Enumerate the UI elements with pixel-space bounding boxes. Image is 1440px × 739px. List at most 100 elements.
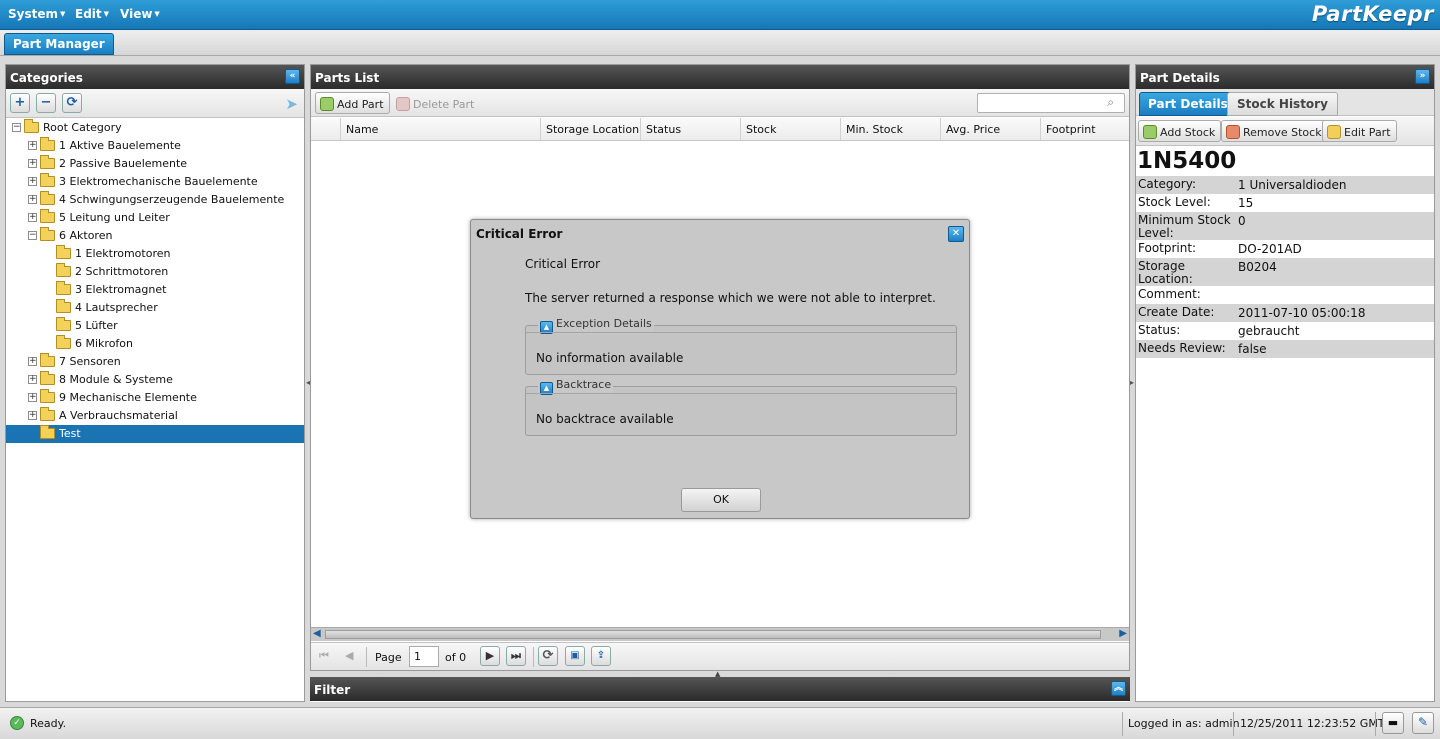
add-part-icon bbox=[320, 97, 334, 111]
page-number-input[interactable]: 1 bbox=[409, 646, 439, 667]
parts-search-input[interactable]: ⌕ bbox=[977, 93, 1125, 113]
menu-view[interactable]: View ▼ bbox=[120, 7, 160, 21]
collapse-minus-icon[interactable]: − bbox=[28, 231, 37, 240]
tab-stock-history[interactable]: Stock History bbox=[1227, 92, 1338, 116]
tree-node[interactable]: 2 Schrittmotoren bbox=[6, 263, 304, 281]
detail-value: 0 bbox=[1238, 214, 1246, 228]
next-page-button[interactable]: ▶ bbox=[480, 646, 500, 666]
terminal-icon[interactable]: ▬ bbox=[1382, 712, 1404, 734]
folder-icon bbox=[56, 299, 71, 313]
expand-plus-icon[interactable]: + bbox=[28, 177, 37, 186]
page-label: Page bbox=[375, 651, 402, 664]
tree-node[interactable]: 5 Lüfter bbox=[6, 317, 304, 335]
column-header-avg-price[interactable]: Avg. Price bbox=[941, 118, 1041, 140]
scroll-left-icon[interactable]: ◀ bbox=[313, 628, 321, 639]
detail-row: Status: gebraucht bbox=[1136, 322, 1434, 340]
tree-node[interactable]: 3 Elektromagnet bbox=[6, 281, 304, 299]
tree-node[interactable]: +2 Passive Bauelemente bbox=[6, 155, 304, 173]
tree-node[interactable]: + A Verbrauchsmaterial bbox=[6, 407, 304, 425]
tree-node-label: 6 Aktoren bbox=[59, 229, 113, 242]
add-category-button[interactable]: + bbox=[10, 93, 30, 113]
tree-node[interactable]: +4 Schwingungserzeugende Bauelemente bbox=[6, 191, 304, 209]
expand-plus-icon[interactable]: + bbox=[28, 141, 37, 150]
column-header-min-stock[interactable]: Min. Stock bbox=[841, 118, 941, 140]
export-icon[interactable]: ▣ bbox=[565, 646, 585, 666]
detail-key: Needs Review: bbox=[1138, 341, 1226, 355]
app-logo: PartKeepr bbox=[1311, 2, 1434, 26]
part-details-title: Part Details bbox=[1140, 71, 1220, 85]
scrollbar-thumb[interactable] bbox=[325, 630, 1101, 639]
splitter-right-handle[interactable]: ▸ bbox=[1130, 378, 1134, 387]
refresh-categories-button[interactable]: ⟳ bbox=[62, 93, 82, 113]
detail-key: Create Date: bbox=[1138, 305, 1215, 319]
part-details-header: Part Details » bbox=[1136, 65, 1434, 89]
edit-part-button[interactable]: Edit Part bbox=[1322, 120, 1397, 142]
column-header-footprint[interactable]: Footprint bbox=[1041, 118, 1129, 140]
menu-edit[interactable]: Edit ▼ bbox=[75, 7, 109, 21]
expand-plus-icon[interactable]: + bbox=[28, 195, 37, 204]
tree-node[interactable]: 1 Elektromotoren bbox=[6, 245, 304, 263]
tree-node[interactable]: Test bbox=[6, 425, 304, 443]
tab-part-manager[interactable]: Part Manager bbox=[4, 33, 114, 55]
delete-part-icon bbox=[396, 97, 410, 111]
tree-node-label: Root Category bbox=[43, 121, 122, 134]
detail-value: B0204 bbox=[1238, 260, 1277, 274]
refresh-parts-button[interactable]: ⟳ bbox=[538, 646, 558, 666]
feather-icon[interactable]: ✎ bbox=[1412, 712, 1434, 734]
column-header-status[interactable]: Status bbox=[641, 118, 741, 140]
expand-plus-icon[interactable]: + bbox=[28, 213, 37, 222]
delete-part-button[interactable]: Delete Part bbox=[391, 92, 480, 114]
tree-node[interactable]: − Root Category bbox=[6, 119, 304, 137]
scroll-right-icon[interactable]: ▶ bbox=[1119, 628, 1127, 639]
expand-plus-icon[interactable]: + bbox=[28, 411, 37, 420]
tree-node[interactable]: +8 Module & Systeme bbox=[6, 371, 304, 389]
tree-node[interactable]: 4 Lautsprecher bbox=[6, 299, 304, 317]
tree-node-label: 2 Passive Bauelemente bbox=[59, 157, 188, 170]
remove-category-button[interactable]: − bbox=[36, 93, 56, 113]
expand-filter-icon[interactable]: ︽ bbox=[1111, 681, 1126, 696]
folder-icon bbox=[40, 155, 55, 169]
tree-node-label: 1 Elektromotoren bbox=[75, 247, 171, 260]
expand-plus-icon[interactable]: + bbox=[28, 393, 37, 402]
column-header-stock[interactable]: Stock bbox=[741, 118, 841, 140]
detail-row: Category: 1 Universaldioden bbox=[1136, 176, 1434, 194]
move-arrow-icon[interactable]: ➤ bbox=[285, 95, 298, 113]
dialog-title: Critical Error bbox=[476, 227, 563, 241]
menu-system[interactable]: System ▼ bbox=[8, 7, 65, 21]
tab-part-details[interactable]: Part Details bbox=[1139, 92, 1237, 116]
tree-node[interactable]: +9 Mechanische Elemente bbox=[6, 389, 304, 407]
detail-value: DO-201AD bbox=[1238, 242, 1302, 256]
prev-page-icon[interactable]: ◀ bbox=[345, 649, 353, 662]
detail-key: Comment: bbox=[1138, 287, 1201, 301]
column-header-storage-location[interactable]: Storage Location bbox=[541, 118, 641, 140]
collapse-right-icon[interactable]: » bbox=[1415, 69, 1430, 84]
last-page-button[interactable]: ⏭ bbox=[506, 646, 526, 666]
tree-node[interactable]: +5 Leitung und Leiter bbox=[6, 209, 304, 227]
collapse-left-icon[interactable]: « bbox=[285, 69, 300, 84]
tree-node[interactable]: − 6 Aktoren bbox=[6, 227, 304, 245]
categories-header: Categories « bbox=[6, 65, 304, 89]
expand-plus-icon[interactable]: + bbox=[28, 375, 37, 384]
chevron-down-icon: ▼ bbox=[154, 10, 160, 18]
horizontal-scrollbar[interactable]: ◀ ▶ bbox=[311, 627, 1129, 641]
expand-plus-icon[interactable]: + bbox=[28, 159, 37, 168]
tree-node[interactable]: +1 Aktive Bauelemente bbox=[6, 137, 304, 155]
column-header-name[interactable]: Name bbox=[341, 118, 541, 140]
import-icon[interactable]: ⇪ bbox=[591, 646, 611, 666]
collapse-minus-icon[interactable]: − bbox=[12, 123, 21, 132]
ok-button[interactable]: OK bbox=[681, 488, 761, 512]
first-page-icon[interactable]: ⏮ bbox=[319, 649, 329, 663]
dialog-close-icon[interactable]: ✕ bbox=[948, 226, 964, 242]
expand-plus-icon[interactable]: + bbox=[28, 357, 37, 366]
tree-node[interactable]: +7 Sensoren bbox=[6, 353, 304, 371]
chevron-down-icon: ▼ bbox=[103, 10, 110, 18]
backtrace-text: No backtrace available bbox=[526, 393, 956, 435]
remove-stock-button[interactable]: Remove Stock bbox=[1221, 120, 1328, 142]
tree-node[interactable]: +3 Elektromechanische Bauelemente bbox=[6, 173, 304, 191]
add-stock-button[interactable]: Add Stock bbox=[1138, 120, 1222, 142]
add-part-button[interactable]: Add Part bbox=[315, 92, 390, 114]
tree-node[interactable]: 6 Mikrofon bbox=[6, 335, 304, 353]
select-column-header[interactable] bbox=[311, 118, 341, 140]
parts-list-title: Parts List bbox=[315, 71, 380, 85]
folder-icon bbox=[56, 335, 71, 349]
